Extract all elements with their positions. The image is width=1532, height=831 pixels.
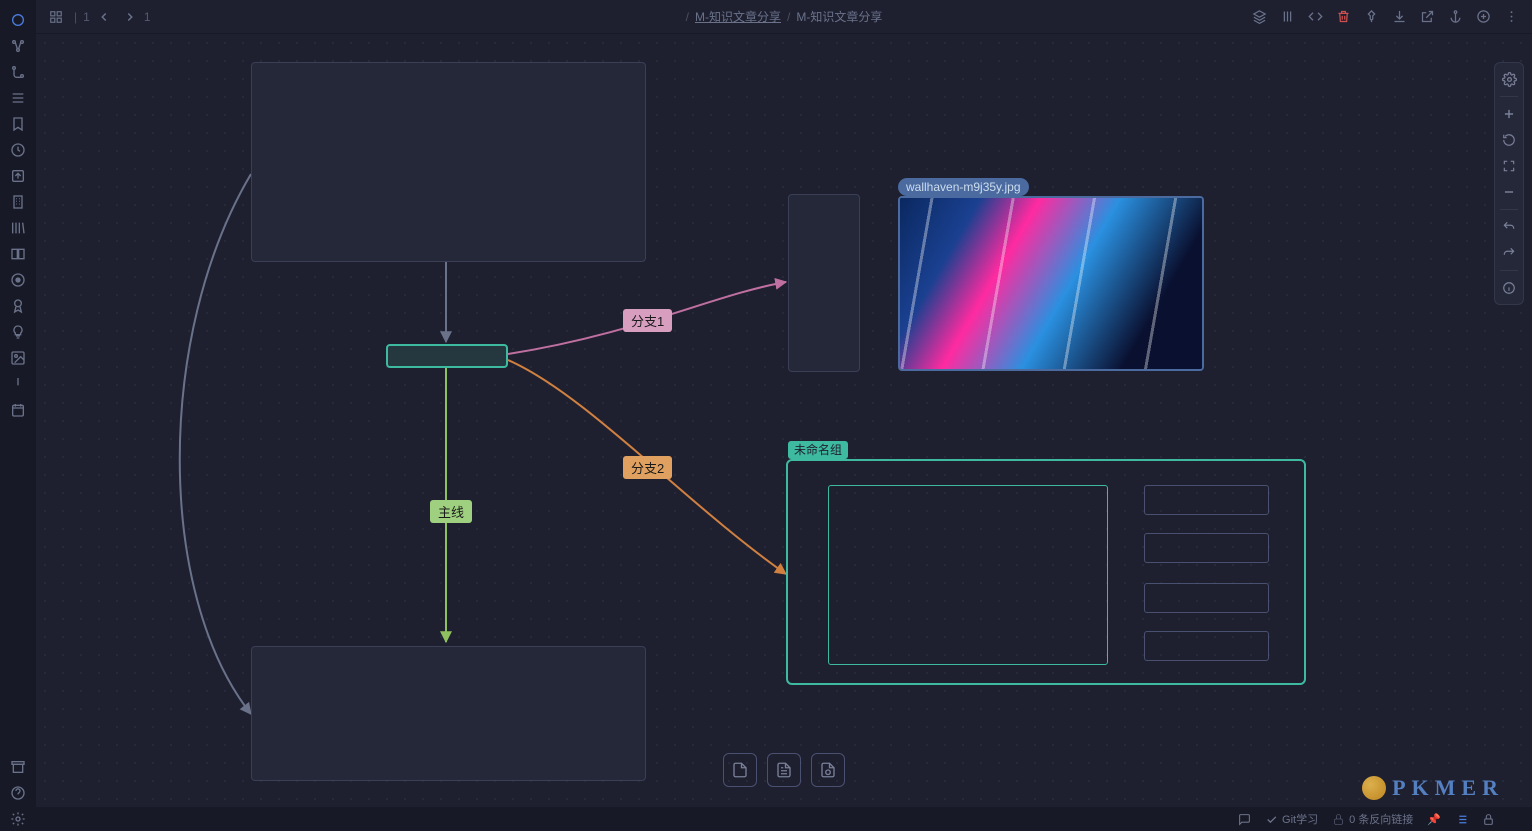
breadcrumb: / M-知识文章分享 / M-知识文章分享 bbox=[686, 8, 883, 25]
new-text-button[interactable] bbox=[767, 753, 801, 787]
status-pin-icon[interactable]: 📌 bbox=[1427, 813, 1441, 826]
zoom-in-button[interactable] bbox=[1497, 102, 1521, 126]
canvas-node[interactable] bbox=[1144, 485, 1269, 515]
bulb-icon[interactable] bbox=[4, 320, 32, 344]
edge-label-branch2[interactable]: 分支2 bbox=[623, 456, 672, 479]
canvas-node[interactable] bbox=[828, 485, 1108, 665]
external-icon[interactable] bbox=[1414, 5, 1440, 29]
help-icon[interactable] bbox=[4, 781, 32, 805]
building-icon[interactable] bbox=[4, 190, 32, 214]
canvas-node[interactable] bbox=[386, 344, 508, 368]
bookmark-icon[interactable] bbox=[4, 112, 32, 136]
image-icon[interactable] bbox=[4, 346, 32, 370]
trash-icon[interactable] bbox=[1330, 5, 1356, 29]
more-icon[interactable] bbox=[1498, 5, 1524, 29]
apps-icon[interactable] bbox=[44, 5, 68, 29]
statusbar: Git学习 0 条反向链接 📌 bbox=[36, 807, 1532, 831]
nav-back-count: 1 bbox=[83, 10, 90, 24]
nav-forward-button[interactable] bbox=[118, 5, 142, 29]
logo-icon[interactable] bbox=[4, 8, 32, 32]
left-sidebar bbox=[0, 0, 36, 831]
topbar: | 1 1 / M-知识文章分享 / M-知识文章分享 bbox=[36, 0, 1532, 34]
edge-label-main[interactable]: 主线 bbox=[430, 500, 472, 523]
canvas-node[interactable] bbox=[251, 62, 646, 262]
nav-fwd-count: 1 bbox=[144, 10, 151, 24]
redo-button[interactable] bbox=[1497, 241, 1521, 265]
canvas-toolbar bbox=[723, 753, 845, 787]
fullscreen-button[interactable] bbox=[1497, 154, 1521, 178]
nav-back-button[interactable] bbox=[92, 5, 116, 29]
canvas-node[interactable] bbox=[1144, 583, 1269, 613]
image-filename-label[interactable]: wallhaven-m9j35y.jpg bbox=[898, 178, 1029, 196]
undo-button[interactable] bbox=[1497, 215, 1521, 239]
book-icon[interactable] bbox=[4, 242, 32, 266]
zoom-out-button[interactable] bbox=[1497, 180, 1521, 204]
status-messages[interactable] bbox=[1238, 813, 1251, 826]
edge-label-branch1[interactable]: 分支1 bbox=[623, 309, 672, 332]
layers-icon[interactable] bbox=[1246, 5, 1272, 29]
download-icon[interactable] bbox=[1386, 5, 1412, 29]
status-backlinks[interactable]: 0 条反向链接 bbox=[1332, 811, 1413, 827]
zoom-toolbar bbox=[1494, 62, 1524, 305]
group-container[interactable]: 未命名组 bbox=[786, 459, 1306, 685]
status-sync[interactable]: Git学习 bbox=[1265, 811, 1318, 827]
graph-icon[interactable] bbox=[4, 34, 32, 58]
breadcrumb-current: M-知识文章分享 bbox=[796, 8, 882, 25]
new-note-button[interactable] bbox=[723, 753, 757, 787]
target-icon[interactable] bbox=[1470, 5, 1496, 29]
status-lock-icon[interactable] bbox=[1482, 813, 1495, 826]
status-bell-icon[interactable] bbox=[1509, 813, 1522, 826]
library-icon[interactable] bbox=[4, 216, 32, 240]
anchor-icon[interactable] bbox=[1442, 5, 1468, 29]
settings-icon[interactable] bbox=[4, 807, 32, 831]
breadcrumb-parent[interactable]: M-知识文章分享 bbox=[695, 8, 781, 25]
export-icon[interactable] bbox=[4, 164, 32, 188]
canvas-node[interactable] bbox=[1144, 631, 1269, 661]
record-icon[interactable] bbox=[4, 268, 32, 292]
canvas-icon[interactable] bbox=[4, 60, 32, 84]
calendar-icon[interactable] bbox=[4, 398, 32, 422]
pin-icon[interactable] bbox=[1358, 5, 1384, 29]
status-list-icon[interactable] bbox=[1455, 813, 1468, 826]
award-icon[interactable] bbox=[4, 294, 32, 318]
help-button[interactable] bbox=[1497, 276, 1521, 300]
canvas-node[interactable] bbox=[251, 646, 646, 781]
group-label[interactable]: 未命名组 bbox=[788, 441, 848, 459]
canvas-node[interactable] bbox=[1144, 533, 1269, 563]
clock-icon[interactable] bbox=[4, 138, 32, 162]
code-icon[interactable] bbox=[1302, 5, 1328, 29]
canvas-area[interactable]: wallhaven-m9j35y.jpg 未命名组 主线 分支1 分支2 bbox=[36, 34, 1532, 807]
canvas-node[interactable] bbox=[788, 194, 860, 372]
image-node[interactable] bbox=[898, 196, 1204, 371]
archive-icon[interactable] bbox=[4, 755, 32, 779]
thermometer-icon[interactable] bbox=[4, 372, 32, 396]
canvas-settings-icon[interactable] bbox=[1497, 67, 1521, 91]
reset-zoom-button[interactable] bbox=[1497, 128, 1521, 152]
list-icon[interactable] bbox=[4, 86, 32, 110]
columns-icon[interactable] bbox=[1274, 5, 1300, 29]
image-content bbox=[900, 198, 1202, 369]
new-media-button[interactable] bbox=[811, 753, 845, 787]
